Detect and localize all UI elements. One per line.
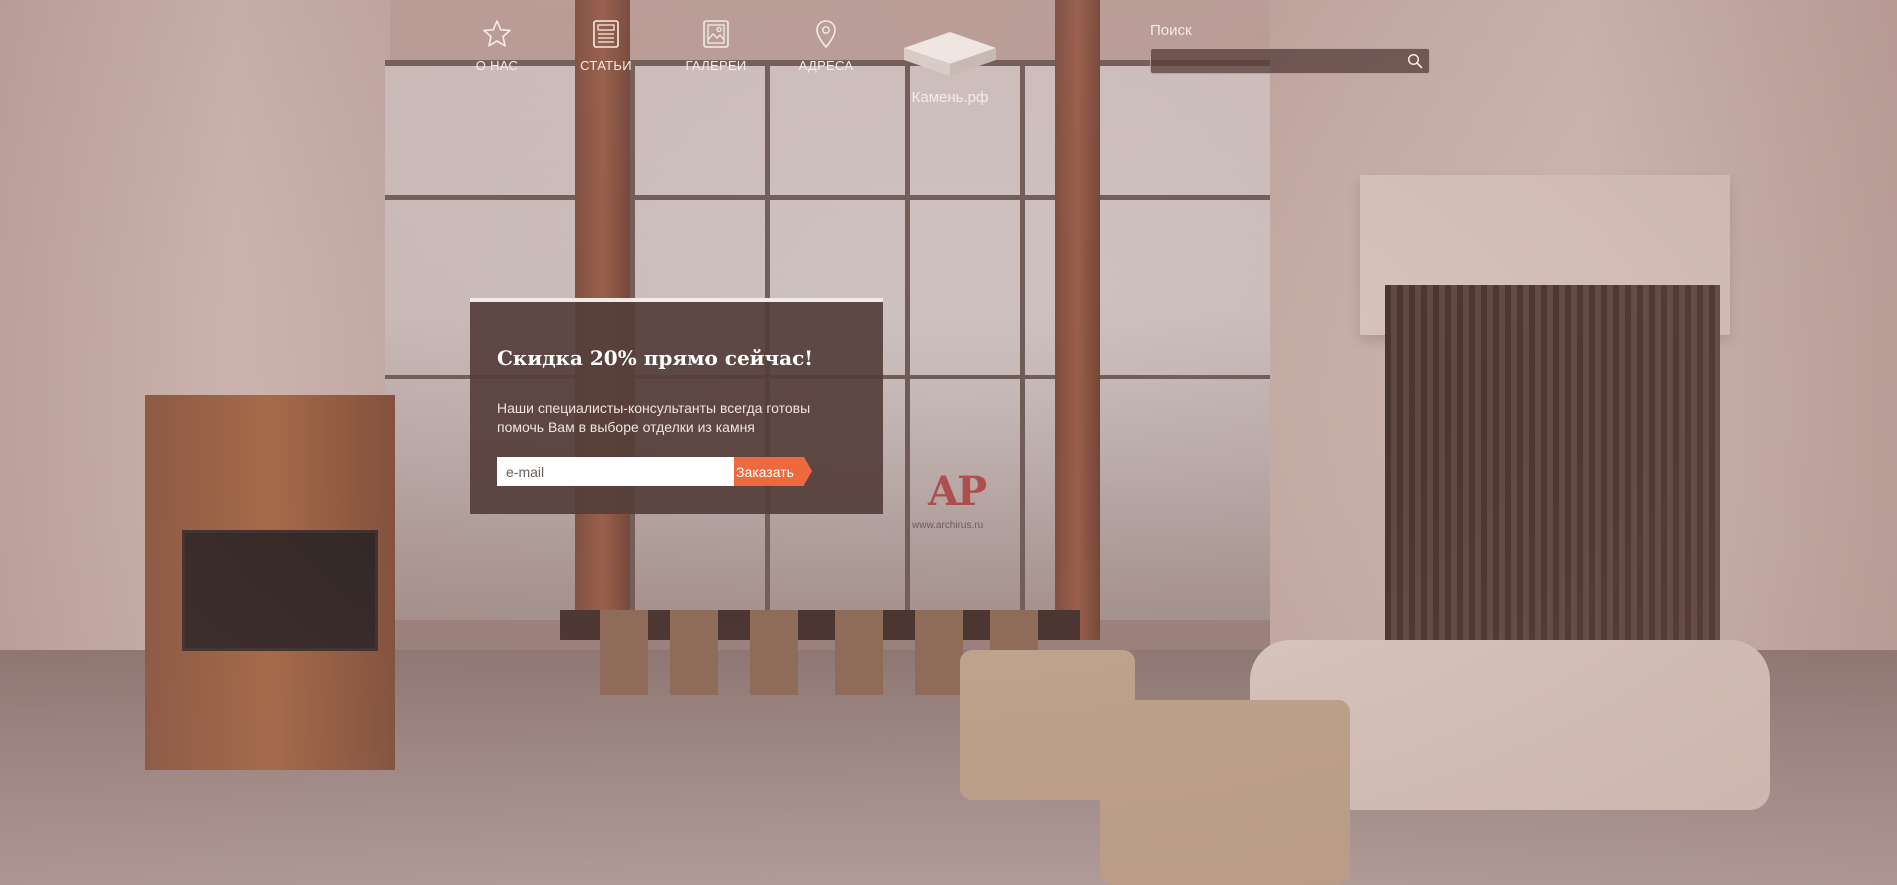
- main-nav: О НАС СТАТЬИ ГАЛЕРЕИ АДРЕСА Камень.рф: [0, 18, 1897, 106]
- nav-item-label: СТАТЬИ: [580, 58, 632, 73]
- background-photo: [0, 0, 1897, 885]
- promo-description: Наши специалисты-консультанты всегда гот…: [497, 400, 811, 435]
- watermark-url: www.archirus.ru: [912, 520, 984, 531]
- order-button[interactable]: Заказать: [734, 457, 812, 486]
- star-icon: [483, 20, 511, 47]
- map-pin-icon: [816, 20, 836, 49]
- site-logo[interactable]: Камень.рф: [900, 30, 1000, 106]
- newspaper-icon: [593, 20, 619, 48]
- discount-promo-card: Скидка 20% прямо сейчас! Наши специалист…: [470, 298, 883, 514]
- search-input[interactable]: [1157, 52, 1401, 72]
- stone-slab-logo-icon: [904, 32, 996, 76]
- nav-item-addresses[interactable]: АДРЕСА: [781, 18, 871, 73]
- nav-item-articles[interactable]: СТАТЬИ: [561, 18, 651, 73]
- watermark-logo: AP: [928, 468, 987, 515]
- search-label: Поиск: [1150, 22, 1192, 39]
- photo-tint: [0, 0, 1897, 885]
- nav-item-galleries[interactable]: ГАЛЕРЕИ: [671, 18, 761, 73]
- email-input[interactable]: [497, 457, 734, 486]
- nav-item-label: О НАС: [475, 58, 519, 73]
- nav-item-label: ГАЛЕРЕИ: [685, 58, 747, 73]
- logo-text: Камень.рф: [911, 89, 989, 106]
- nav-item-label: АДРЕСА: [798, 58, 854, 73]
- search-icon[interactable]: [1407, 53, 1423, 69]
- promo-title: Скидка 20% прямо сейчас!: [497, 346, 814, 370]
- gallery-icon: [703, 20, 729, 48]
- search-box: [1150, 48, 1430, 74]
- nav-item-about[interactable]: О НАС: [452, 18, 542, 73]
